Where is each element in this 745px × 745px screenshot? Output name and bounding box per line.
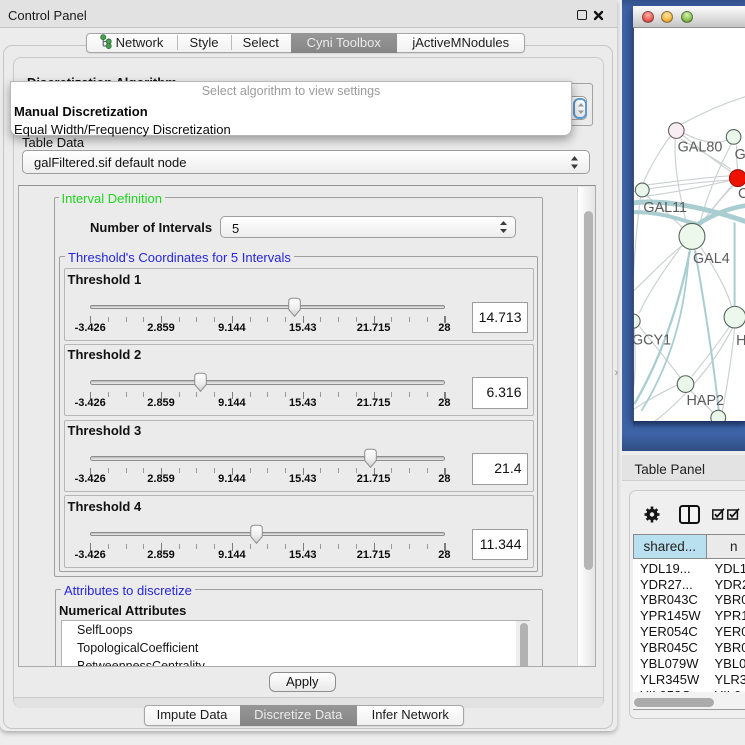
svg-text:H: H: [736, 332, 745, 348]
svg-text:GAL4: GAL4: [692, 251, 729, 267]
svg-text:GCY1: GCY1: [633, 332, 671, 348]
svg-text:CD: CD: [738, 186, 745, 202]
svg-text:GAL80: GAL80: [677, 139, 722, 155]
svg-text:HAP2: HAP2: [686, 392, 724, 408]
svg-text:GAL11: GAL11: [643, 200, 687, 216]
svg-text:GAL1: GAL1: [734, 147, 745, 163]
